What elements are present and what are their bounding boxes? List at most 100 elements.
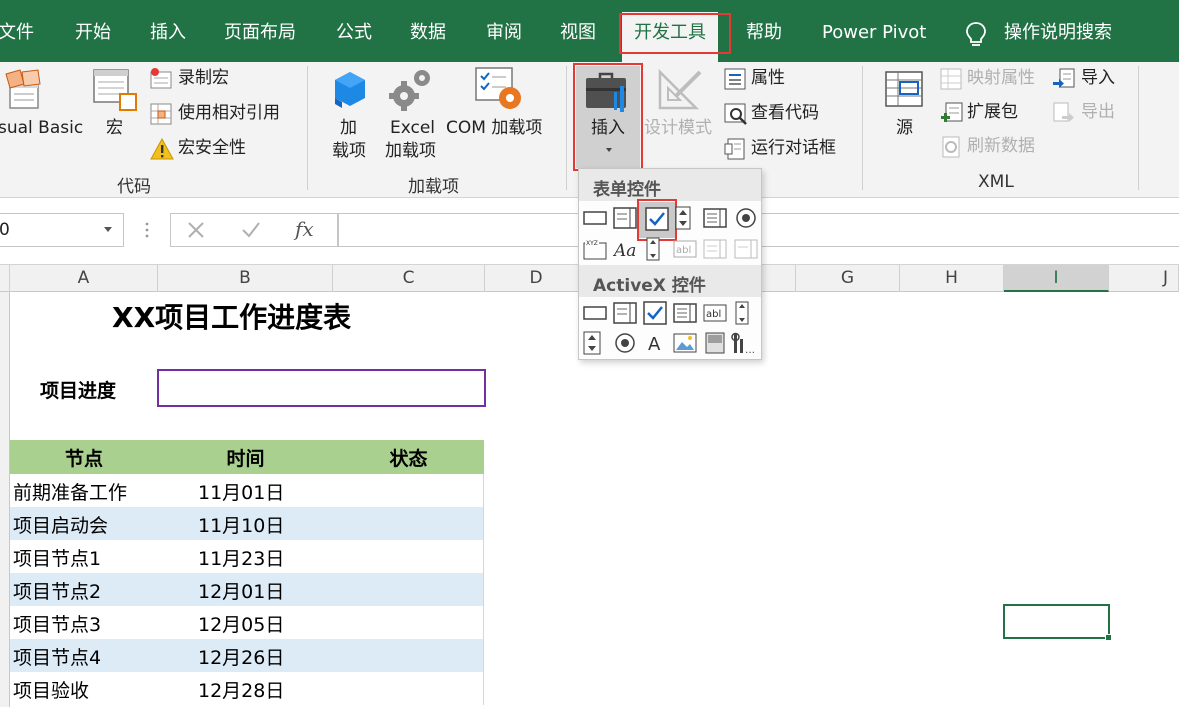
table-row[interactable]: 项目启动会 11月10日	[10, 507, 484, 540]
addins-icon	[335, 72, 365, 108]
active-cell[interactable]	[1003, 604, 1110, 639]
activex-combo-box-icon[interactable]	[613, 301, 637, 325]
chevron-down-icon[interactable]	[103, 226, 113, 234]
insert-function-button[interactable]: fx	[295, 217, 314, 241]
form-controls-heading: 表单控件	[579, 169, 761, 201]
code-group-label: 代码	[117, 177, 151, 197]
table-row[interactable]: 项目节点1 11月23日	[10, 540, 484, 573]
combo-box-control-icon[interactable]	[613, 206, 637, 230]
expansion-packs-button[interactable]: 扩展包	[967, 102, 1018, 123]
tab-power-pivot[interactable]: Power Pivot	[822, 22, 926, 44]
group-box-control-icon[interactable]: XYZ	[583, 237, 607, 261]
spin-button-control-icon[interactable]	[675, 206, 691, 230]
design-mode-button[interactable]: 设计模式	[644, 118, 712, 139]
table-row[interactable]: 项目验收 12月28日	[10, 672, 484, 705]
fill-handle[interactable]	[1105, 634, 1112, 641]
row-headers[interactable]	[0, 292, 10, 707]
com-addins-button[interactable]: COM 加载项	[446, 118, 542, 139]
table-row[interactable]: 项目节点4 12月26日	[10, 639, 484, 672]
run-dialog-button[interactable]: 运行对话框	[751, 138, 836, 159]
record-macro-button[interactable]: 录制宏	[178, 68, 229, 89]
more-controls-icon[interactable]: …	[731, 331, 755, 355]
activex-list-box-icon[interactable]	[673, 301, 697, 325]
excel-addins-button[interactable]: Excel	[390, 118, 435, 139]
visual-basic-button[interactable]: sual Basic	[0, 118, 83, 139]
activex-label-icon[interactable]: A	[643, 331, 667, 355]
text-field-control-icon[interactable]: abl	[673, 237, 697, 261]
project-progress-field[interactable]	[157, 369, 486, 407]
export-button[interactable]: 导出	[1081, 102, 1115, 123]
activex-image-icon[interactable]	[673, 331, 697, 355]
group-divider	[862, 66, 863, 190]
column-header[interactable]: G	[796, 265, 900, 292]
cancel-icon[interactable]	[187, 221, 205, 239]
activex-text-box-icon[interactable]: abl	[703, 301, 727, 325]
date-cell: 11月01日	[198, 482, 285, 504]
macro-security-button[interactable]: 宏安全性	[178, 138, 246, 159]
scroll-bar-control-icon[interactable]	[645, 237, 661, 261]
column-header[interactable]: H	[900, 265, 1004, 292]
name-box[interactable]: 0	[0, 213, 124, 247]
drag-handle-icon[interactable]	[144, 221, 150, 239]
activex-scroll-bar-icon[interactable]	[734, 301, 750, 325]
select-all-corner[interactable]	[0, 265, 10, 292]
column-header[interactable]: C	[333, 265, 485, 292]
tab-view[interactable]: 视图	[560, 22, 596, 44]
option-button-control-icon[interactable]	[734, 206, 758, 230]
column-header-selected[interactable]: I	[1004, 265, 1109, 292]
column-header[interactable]: A	[10, 265, 158, 292]
excel-addins-gear-icon	[389, 70, 430, 111]
addins-button-line2: 载项	[332, 141, 366, 161]
activex-button-icon[interactable]	[583, 301, 607, 325]
activex-checkbox-icon[interactable]	[643, 301, 667, 325]
tab-review[interactable]: 审阅	[486, 22, 522, 44]
lightbulb-icon	[966, 22, 986, 46]
tab-data[interactable]: 数据	[410, 22, 446, 44]
import-icon	[1053, 68, 1075, 88]
node-cell: 项目启动会	[13, 515, 109, 537]
tell-me-search[interactable]: 操作说明搜索	[1004, 22, 1112, 44]
combo-dropdown-control-icon[interactable]	[734, 237, 758, 261]
svg-text:abl: abl	[706, 309, 721, 320]
addins-group-label: 加载项	[408, 177, 459, 197]
properties-button[interactable]: 属性	[751, 68, 785, 89]
combo-list-control-icon[interactable]	[703, 237, 727, 261]
header-node: 节点	[64, 448, 103, 470]
map-properties-button[interactable]: 映射属性	[967, 68, 1035, 89]
table-row[interactable]: 项目节点2 12月01日	[10, 573, 484, 606]
enter-check-icon[interactable]	[241, 221, 261, 239]
addins-button[interactable]: 加	[340, 118, 357, 139]
activex-spin-button-icon[interactable]	[583, 331, 601, 355]
table-row[interactable]: 项目节点3 12月05日	[10, 606, 484, 639]
design-mode-icon	[658, 68, 702, 110]
tab-page-layout[interactable]: 页面布局	[224, 22, 296, 44]
macros-button[interactable]: 宏	[106, 118, 123, 139]
column-header[interactable]: B	[158, 265, 333, 292]
view-code-button[interactable]: 查看代码	[751, 103, 819, 124]
macros-icon	[93, 69, 137, 111]
visual-basic-icon	[5, 69, 41, 109]
node-cell: 项目节点4	[13, 647, 102, 669]
list-box-control-icon[interactable]	[703, 206, 727, 230]
button-control-icon[interactable]	[583, 206, 607, 230]
tab-insert[interactable]: 插入	[150, 22, 186, 44]
tab-file[interactable]: 文件	[0, 22, 34, 44]
column-header[interactable]: D	[485, 265, 588, 292]
svg-text:…: …	[745, 345, 755, 355]
activex-toggle-button-icon[interactable]	[703, 331, 727, 355]
group-divider	[307, 66, 308, 190]
table-row[interactable]: 前期准备工作 11月01日	[10, 474, 484, 507]
developer-tab-highlight	[619, 13, 731, 54]
date-cell: 12月28日	[198, 680, 285, 702]
activex-option-button-icon[interactable]	[613, 331, 637, 355]
xml-source-button[interactable]: 源	[896, 118, 913, 139]
view-code-icon	[724, 103, 747, 125]
label-control-icon[interactable]: Aa	[613, 237, 637, 261]
column-header[interactable]: J	[1109, 265, 1179, 292]
tab-formulas[interactable]: 公式	[336, 22, 372, 44]
tab-home[interactable]: 开始	[75, 22, 111, 44]
relative-references-button[interactable]: 使用相对引用	[178, 103, 280, 124]
refresh-data-button[interactable]: 刷新数据	[967, 136, 1035, 157]
import-button[interactable]: 导入	[1081, 68, 1115, 89]
tab-help[interactable]: 帮助	[746, 22, 782, 44]
